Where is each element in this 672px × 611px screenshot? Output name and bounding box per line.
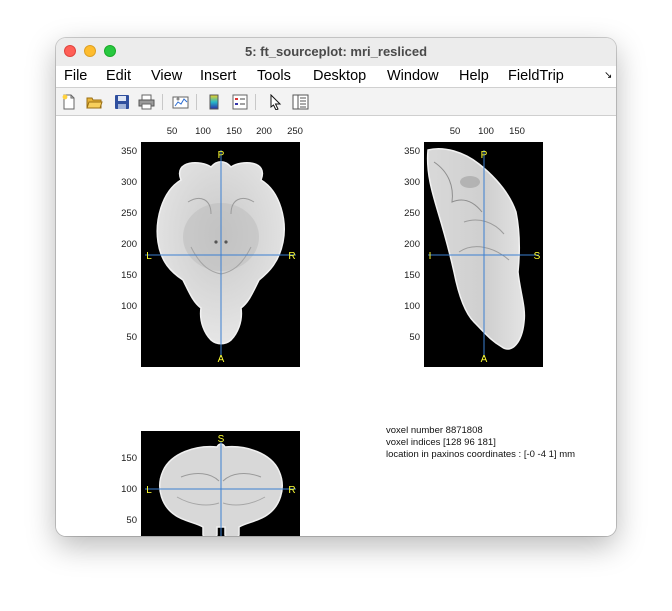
menu-insert[interactable]: Insert bbox=[200, 68, 236, 84]
toolbar-separator bbox=[196, 94, 197, 110]
axial-x-tick: 200 bbox=[256, 126, 272, 137]
coronal-y-tick: 100 bbox=[121, 484, 137, 495]
sagittal-y-tick: 350 bbox=[404, 146, 420, 157]
menu-help[interactable]: Help bbox=[459, 68, 489, 84]
sagittal-y-tick: 100 bbox=[404, 301, 420, 312]
voxel-indices-text: voxel indices [128 96 181] bbox=[386, 437, 496, 448]
sagittal-slice-view[interactable]: P A I S bbox=[424, 142, 543, 367]
property-inspector-icon[interactable] bbox=[292, 93, 309, 110]
colorbar-icon[interactable] bbox=[205, 93, 222, 110]
axial-label-right: R bbox=[288, 251, 295, 262]
sagittal-label-right: S bbox=[534, 251, 541, 262]
coronal-label-right: R bbox=[288, 485, 295, 496]
axial-dot bbox=[224, 240, 228, 244]
axial-y-tick: 100 bbox=[121, 301, 137, 312]
sagittal-y-tick: 50 bbox=[409, 332, 420, 343]
coronal-label-top: S bbox=[218, 434, 225, 445]
new-figure-icon[interactable] bbox=[60, 93, 77, 110]
voxel-info-panel: voxel number 8871808 voxel indices [128 … bbox=[386, 425, 575, 461]
menu-fieldtrip[interactable]: FieldTrip bbox=[508, 68, 564, 84]
toolbar-separator bbox=[162, 94, 163, 110]
axial-label-top: P bbox=[218, 150, 225, 161]
axial-x-tick: 100 bbox=[195, 126, 211, 137]
sagittal-x-tick: 150 bbox=[509, 126, 525, 137]
coronal-y-tick: 150 bbox=[121, 453, 137, 464]
axial-y-tick: 50 bbox=[126, 332, 137, 343]
menu-window[interactable]: Window bbox=[387, 68, 439, 84]
save-icon[interactable] bbox=[113, 93, 130, 110]
sagittal-x-tick: 100 bbox=[478, 126, 494, 137]
axial-x-tick: 150 bbox=[226, 126, 242, 137]
menu-file[interactable]: File bbox=[64, 68, 87, 84]
sagittal-x-tick: 50 bbox=[449, 126, 461, 137]
figure-toolbar bbox=[56, 88, 616, 116]
axial-x-tick: 250 bbox=[287, 126, 303, 137]
sagittal-y-tick: 150 bbox=[404, 270, 420, 281]
open-file-icon[interactable] bbox=[86, 93, 103, 110]
sagittal-inner-structure bbox=[460, 176, 480, 188]
menu-tools[interactable]: Tools bbox=[257, 68, 291, 84]
print-icon[interactable] bbox=[138, 93, 155, 110]
menu-bar: File Edit View Insert Tools Desktop Wind… bbox=[56, 66, 616, 88]
link-plot-icon[interactable] bbox=[172, 93, 189, 110]
sagittal-label-bottom: A bbox=[481, 354, 488, 365]
axial-dot bbox=[214, 240, 218, 244]
coronal-label-left: L bbox=[146, 485, 152, 496]
chevron-double-right-icon[interactable]: ↘ bbox=[604, 70, 612, 81]
axial-y-tick: 300 bbox=[121, 177, 137, 188]
coronal-slice-view[interactable]: S I L R bbox=[141, 431, 300, 536]
axial-label-bottom: A bbox=[218, 354, 225, 365]
toolbar-separator bbox=[255, 94, 256, 110]
axial-y-tick: 250 bbox=[121, 208, 137, 219]
axial-x-tick: 50 bbox=[166, 126, 178, 137]
voxel-number-text: voxel number 8871808 bbox=[386, 425, 483, 436]
window-title: 5: ft_sourceplot: mri_resliced bbox=[244, 44, 428, 59]
menu-edit[interactable]: Edit bbox=[106, 68, 131, 84]
axial-slice-view[interactable]: P A L R bbox=[141, 142, 300, 367]
menu-desktop[interactable]: Desktop bbox=[313, 68, 366, 84]
location-text: location in paxinos coordinates : [-0 -4… bbox=[386, 449, 576, 460]
pointer-icon[interactable] bbox=[267, 93, 284, 110]
figure-canvas: 50 100 150 200 250 350 300 250 200 150 1… bbox=[56, 116, 616, 536]
axial-label-left: L bbox=[146, 251, 152, 262]
sagittal-label-top: P bbox=[481, 150, 488, 161]
coronal-y-tick: 50 bbox=[126, 515, 137, 526]
title-bar[interactable]: 5: ft_sourceplot: mri_resliced bbox=[56, 38, 616, 67]
sagittal-y-tick: 250 bbox=[404, 208, 420, 219]
figure-window: 5: ft_sourceplot: mri_resliced File Edit… bbox=[56, 38, 616, 536]
sagittal-y-tick: 300 bbox=[404, 177, 420, 188]
legend-icon[interactable] bbox=[231, 93, 248, 110]
axial-y-tick: 150 bbox=[121, 270, 137, 281]
sagittal-y-tick: 200 bbox=[404, 239, 420, 250]
menu-view[interactable]: View bbox=[151, 68, 182, 84]
axial-y-tick: 350 bbox=[121, 146, 137, 157]
axial-y-tick: 200 bbox=[121, 239, 137, 250]
sagittal-label-left: I bbox=[429, 251, 432, 262]
